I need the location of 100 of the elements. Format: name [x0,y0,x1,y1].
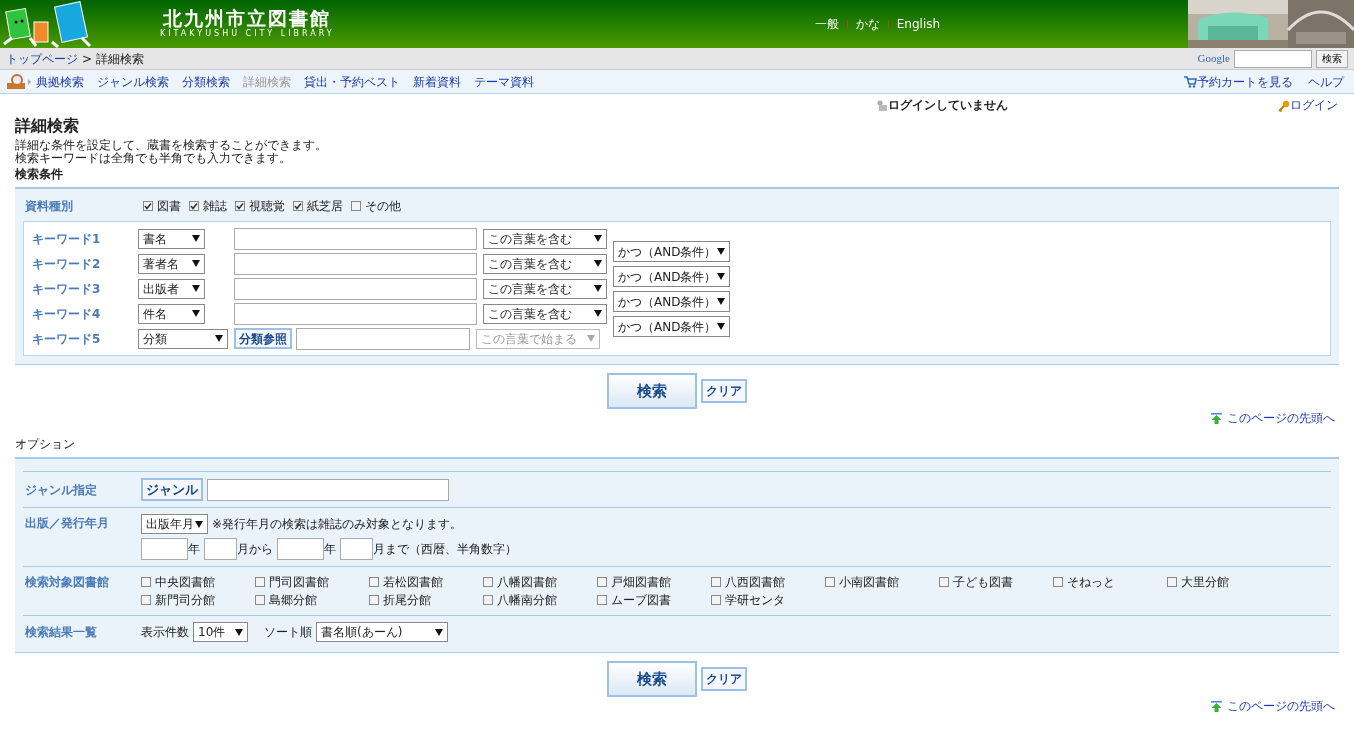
checkbox[interactable] [141,595,151,606]
description-text: 検索キーワードは全角でも半角でも入力できます。 [15,152,292,166]
conjunction-select[interactable]: かつ（AND条件） [613,266,730,288]
nav-link[interactable]: ヘルプ [1308,72,1344,91]
genre-button[interactable]: ジャンル [141,478,203,502]
genre-input[interactable] [207,478,449,501]
user-icon [876,100,888,111]
checkbox-label: 八幡図書館 [497,574,557,592]
keyword-input[interactable] [234,277,477,300]
search-button[interactable]: 検索 [607,661,697,698]
keyword-input[interactable] [234,252,477,275]
breadcrumb-current: 詳細検索 [96,50,145,68]
conjunction-select[interactable]: かつ（AND条件） [613,316,730,338]
keyword-input[interactable] [296,327,470,350]
site-title: 北九州市立図書館 [163,8,332,28]
count-select[interactable]: 10件 [193,622,248,643]
checkbox[interactable] [483,595,493,606]
checkbox[interactable] [711,595,721,606]
search-button[interactable]: 検索 [607,373,697,410]
conjunction-select[interactable]: かつ（AND条件） [613,291,730,313]
keyword-input[interactable] [234,302,477,325]
checkbox[interactable] [143,201,153,212]
clear-button[interactable]: クリア [701,667,747,692]
description-text: 詳細な条件を設定して、蔵書を検索することができます。 [15,139,328,153]
unit-label: 年 [188,541,200,559]
checkbox[interactable] [483,577,493,588]
checkbox[interactable] [189,201,199,212]
checkbox-label: 若松図書館 [383,574,443,592]
page-top-link[interactable]: このページの先頭へ [1227,697,1335,716]
checkbox-label: 図書 [157,198,181,216]
date-input[interactable] [340,538,373,561]
keyword-label: キーワード4 [32,305,102,323]
checkbox[interactable] [711,577,721,588]
google-logo: Google [1197,51,1230,67]
nav-link[interactable]: 典拠検索 [36,72,84,91]
match-select[interactable]: この言葉を含む [483,228,607,249]
checkbox-label: 視聴覚 [249,198,285,216]
nav-link[interactable]: テーマ資料 [474,72,534,91]
conjunction-select[interactable]: かつ（AND条件） [613,241,730,263]
language-link[interactable]: English [896,15,941,33]
page-top-link[interactable]: このページの先頭へ [1227,409,1335,428]
checkbox[interactable] [141,577,151,588]
clear-button[interactable]: クリア [701,379,747,404]
date-type-select[interactable]: 出版年月 [141,514,208,535]
page-title: 詳細検索 [15,116,80,136]
checkbox-label: 大里分館 [1181,574,1229,592]
unit-label: 月まで（西暦、半角数字） [373,541,517,559]
lookup-button[interactable]: 分類参照 [234,328,292,350]
checkbox-label: ムーブ図書 [611,592,671,610]
checkbox[interactable] [597,595,607,606]
breadcrumb-link[interactable]: トップページ [6,49,78,68]
field-label: 資料種別 [25,198,74,216]
checkbox[interactable] [255,595,265,606]
date-input[interactable] [277,538,324,561]
login-link[interactable]: ログイン [1290,96,1338,114]
checkbox-label: そねっと [1067,574,1115,592]
field-select[interactable]: 分類 [138,328,228,349]
date-input[interactable] [204,538,237,561]
field-select[interactable]: 件名 [138,303,205,324]
field-select[interactable]: 書名 [138,228,205,249]
checkbox[interactable] [235,201,245,212]
nav-link[interactable]: 新着資料 [413,72,461,91]
nav-link[interactable]: 予約カートを見る [1197,72,1293,91]
field-label: 出版／発行年月 [25,515,110,533]
match-select[interactable]: この言葉を含む [483,253,607,274]
checkbox[interactable] [1167,577,1177,588]
match-select[interactable]: この言葉を含む [483,303,607,324]
select-label: 表示件数 [141,624,189,642]
field-label: ジャンル指定 [25,481,98,499]
nav-link[interactable]: ジャンル検索 [97,72,169,91]
note-text: ※発行年月の検索は雑誌のみ対象となります。 [212,516,463,534]
field-select[interactable]: 著者名 [138,253,205,274]
checkbox[interactable] [293,201,303,212]
checkbox-label: 紙芝居 [307,198,343,216]
checkbox[interactable] [369,577,379,588]
field-select[interactable]: 出版者 [138,278,205,299]
date-input[interactable] [141,538,188,561]
keyword-input[interactable] [234,227,477,250]
search-button[interactable]: 検索 [1316,49,1348,68]
checkbox[interactable] [597,577,607,588]
keyword-label: キーワード2 [32,255,102,273]
nav-link[interactable]: 分類検索 [182,72,230,91]
sort-select[interactable]: 書名順(あーん) [316,622,448,643]
checkbox[interactable] [351,201,361,212]
search-field[interactable] [1234,49,1312,68]
checkbox[interactable] [825,577,835,588]
site-subtitle: KITAKYUSHU CITY LIBRARY [160,28,335,40]
checkbox[interactable] [255,577,265,588]
language-link[interactable]: 一般 [814,15,839,33]
checkbox[interactable] [939,577,949,588]
checkbox[interactable] [369,595,379,606]
section-heading: 検索条件 [15,166,64,184]
nav-link[interactable]: 貸出・予約ベスト [304,72,400,91]
keyword-label: キーワード3 [32,280,102,298]
checkbox[interactable] [1053,577,1063,588]
section-heading: オプション [15,436,76,454]
match-select[interactable]: この言葉を含む [483,278,607,299]
login-status: ログインしていません [888,97,1008,114]
language-link[interactable]: かな [855,15,880,33]
key-icon [1278,99,1290,112]
